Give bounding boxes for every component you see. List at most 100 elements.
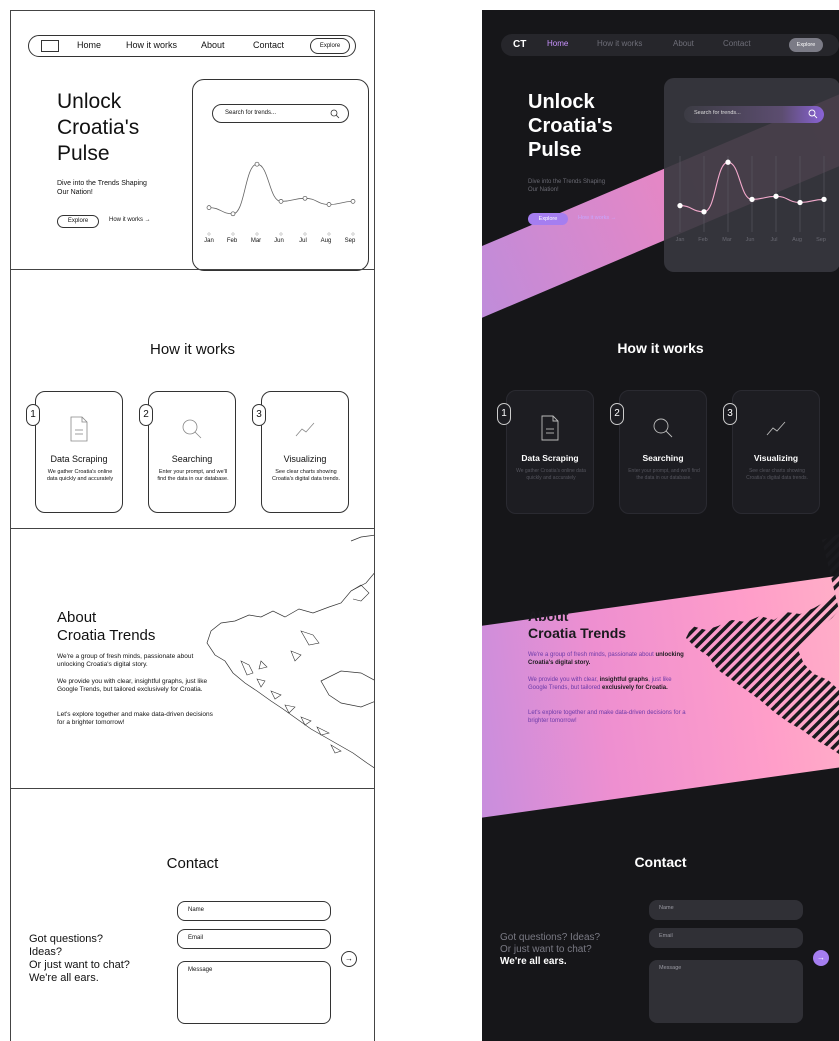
chart-tick [351,232,355,236]
chart-point-feb [230,211,236,217]
contact-prompt: Got questions? Ideas? Or just want to ch… [29,933,169,985]
chart-tick [207,232,211,236]
search-icon[interactable] [808,109,818,119]
about-paragraph: We're a group of fresh minds, passionate… [57,653,194,668]
chart-tick [327,232,331,236]
trend-preview-card: Search for trends... Jan Feb Mar Jun Jul… [192,79,369,271]
nav-how-it-works[interactable]: How it works [126,40,177,50]
contact-prompt: Got questions? Ideas? Or just want to ch… [500,932,640,968]
chart-point-jul [773,193,779,199]
trend-line-chart [206,161,356,236]
nav-about[interactable]: About [673,39,694,48]
nav-home[interactable]: Home [547,39,568,48]
contact-title: Contact [166,855,219,872]
search-icon [182,419,202,439]
step-card-data-scraping: 1 Data Scraping We gather Croatia's onli… [497,390,594,514]
about-paragraph: We're a group of fresh minds, passionate… [528,652,688,667]
chart-point-jan [206,205,212,210]
nav-explore-button[interactable]: Explore [789,38,823,52]
search-placeholder: Search for trends... [694,110,741,116]
step-number: 1 [26,404,40,426]
month-label: Jan [675,237,685,243]
send-button[interactable]: → [341,951,357,967]
email-field[interactable]: Email [177,929,331,949]
contact-prompt-line: Or just want to chat? [500,944,592,955]
contact-prompt-bold: We're all ears. [500,956,567,967]
hero-title: Unlock Croatia's Pulse [528,91,613,161]
month-label: Aug [792,237,802,243]
nav-how-it-works[interactable]: How it works [597,39,642,48]
nav-about[interactable]: About [201,40,225,50]
section-divider [11,788,374,789]
chart-point-sep [350,199,356,204]
contact-prompt-line: Got questions? Ideas? [500,932,601,943]
document-icon [70,416,88,442]
logo[interactable]: CT [513,39,526,50]
hero-explore-button[interactable]: Explore [57,215,99,228]
message-field[interactable]: Message [649,960,803,1023]
chart-point-jun [278,199,284,204]
about-text-bold: exclusively for Croatia. [602,684,668,691]
about-title-line: Croatia Trends [528,625,627,641]
month-label: Mar [250,238,262,244]
step-card-searching: 2 Searching Enter your prompt, and we'll… [610,390,707,514]
step-title: Searching [642,453,684,463]
month-label: Jun [274,238,284,244]
about-text: We provide you with clear, [528,677,600,683]
hero-how-link[interactable]: How it works → [578,215,616,221]
about-text-bold: insightful graphs [599,677,649,683]
contact-prompt-line: Ideas? [29,946,63,958]
step-description: Enter your prompt, and we'll find the da… [157,469,229,482]
hero-how-link[interactable]: How it works → [109,217,151,223]
month-label: Mar [722,237,732,243]
step-description: We gather Croatia's online data quickly … [46,469,114,482]
step-title: Visualizing [283,454,327,464]
chart-point-jun [749,196,755,203]
step-number: 3 [252,404,266,426]
step-number: 2 [610,403,624,425]
contact-prompt-line: Or just want to chat? [29,959,130,971]
step-title: Data Scraping [521,453,579,463]
search-input[interactable]: Search for trends... [212,104,349,123]
step-description: Enter your prompt, and we'll find the da… [628,468,700,481]
email-field[interactable]: Email [649,928,803,948]
step-title: Searching [171,454,213,464]
nav-explore-button[interactable]: Explore [310,38,350,54]
month-label: Sep [816,237,826,243]
name-field[interactable]: Name [649,900,803,920]
chart-tick [303,232,307,236]
chart-point-aug [326,202,332,207]
navbar: Home How it works About Contact Explore [28,35,356,57]
nav-contact[interactable]: Contact [723,39,751,48]
section-divider [11,528,374,529]
chart-point-mar [254,161,260,167]
search-icon[interactable] [330,109,340,119]
trend-line-chart [677,156,827,232]
chart-tick [255,232,259,236]
nav-home[interactable]: Home [77,40,101,50]
step-description: We gather Croatia's online data quickly … [516,468,586,481]
hero-explore-button[interactable]: Explore [528,213,568,225]
chart-point-jul [302,195,308,201]
send-button[interactable]: → [813,950,829,966]
name-field[interactable]: Name [177,901,331,921]
about-title-line: About [528,608,569,624]
message-field[interactable]: Message [177,961,331,1024]
step-description: See clear charts showing Croatia's digit… [746,468,808,481]
month-label: Sep [344,238,356,244]
dark-page: CT Home How it works About Contact Explo… [482,10,839,1041]
about-paragraph: Let's explore together and make data-dri… [57,711,213,726]
contact-prompt-line: Got questions? [29,933,103,945]
chart-tick [279,232,283,236]
section-divider [11,269,374,270]
step-number: 1 [497,403,511,425]
search-input[interactable]: Search for trends... [684,106,824,123]
search-icon [653,418,673,438]
chart-point-aug [797,199,803,206]
wireframe-page: Home How it works About Contact Explore … [10,10,375,1041]
nav-contact[interactable]: Contact [253,40,284,50]
step-card-visualizing: 3 Visualizing See clear charts showing C… [723,390,820,514]
trend-icon [295,422,315,437]
about-paragraph: Let's explore together and make data-dri… [528,710,686,724]
croatia-map-striped [686,534,839,754]
